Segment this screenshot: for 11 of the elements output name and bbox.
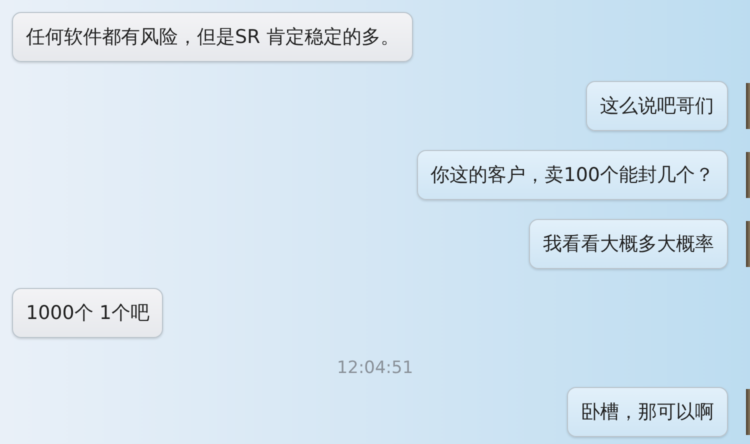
message-bubble: 卧槽，那可以啊 — [567, 387, 728, 437]
message-bubble: 1000个 1个吧 — [12, 288, 164, 338]
message-bubble: 这么说吧哥们 — [586, 81, 728, 131]
avatar-sliver — [746, 389, 750, 435]
timestamp: 12:04:51 — [336, 358, 414, 378]
message-bubble: 你这的客户，卖100个能封几个？ — [416, 150, 728, 200]
avatar-sliver — [746, 152, 750, 198]
message-bubble: 我看看大概多大概率 — [529, 219, 728, 269]
message-bubble: 任何软件都有风险，但是SR 肯定稳定的多。 — [12, 12, 414, 62]
avatar-sliver — [746, 83, 750, 129]
avatar-sliver — [746, 221, 750, 267]
